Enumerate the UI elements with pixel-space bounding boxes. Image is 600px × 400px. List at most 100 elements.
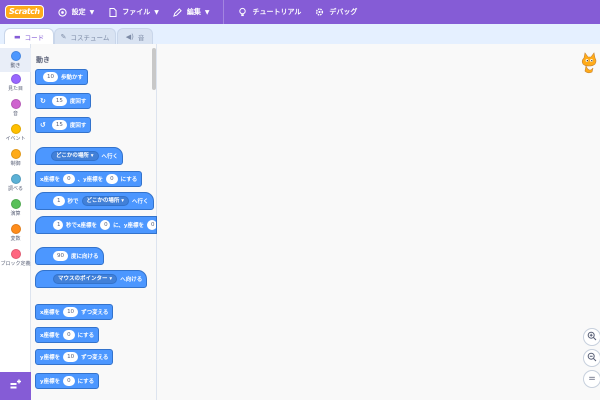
tab-costumes[interactable]: ✎ コスチューム [54,28,116,44]
block-text: ずつ変える [81,355,109,361]
file-icon [108,7,117,17]
script-workspace[interactable] [157,44,600,400]
category-my-blocks-label: ブロック定義 [0,261,31,267]
block-input[interactable]: 10 [43,72,58,82]
scratch-logo[interactable]: Scratch [5,5,44,19]
block-change-y[interactable]: y座標を 10 ずつ変える [35,349,114,365]
add-extension-button[interactable] [0,372,31,400]
block-change-x[interactable]: x座標を 10 ずつ変える [35,304,114,320]
menu-file[interactable]: ファイル ▼ [108,0,159,24]
rotate-left-icon: ↺ [40,121,46,129]
palette-scrollbar[interactable] [152,48,156,90]
block-goto-xy[interactable]: x座標を 0 、y座標を 0 にする [35,171,143,187]
block-dropdown[interactable]: マウスのポインター ▾ [53,274,118,284]
tab-sounds-label: 音 [137,33,145,42]
block-input[interactable]: 0 [63,376,75,386]
zoom-reset-icon: = [588,374,596,384]
menu-edit-label: 編集 [186,8,201,16]
block-text: にする [120,177,138,183]
block-text: へ行く [132,199,149,205]
block-set-x[interactable]: x座標を 0 にする [35,327,100,343]
block-text: 秒で [67,199,79,205]
block-input[interactable]: 10 [63,352,79,362]
zoom-in-button[interactable] [583,328,600,346]
block-input[interactable]: 0 [106,174,118,184]
zoom-in-icon [587,331,597,344]
block-input[interactable]: 0 [63,174,75,184]
block-glide[interactable]: 1 秒で どこかの場所 ▾ へ行く [35,192,154,210]
block-text: 秒でx座標を [66,223,98,229]
block-input[interactable]: 15 [51,96,67,106]
block-set-y[interactable]: y座標を 0 にする [35,373,100,389]
block-input[interactable]: 0 [63,330,75,340]
block-move-steps[interactable]: 10 歩動かす [35,69,89,85]
category-looks[interactable]: 見た目 [0,74,31,92]
category-looks-dot [10,74,21,84]
menu-tutorials[interactable]: チュートリアル [238,0,301,24]
category-operators[interactable]: 演算 [0,199,31,217]
block-input[interactable]: 1 [53,220,63,230]
block-text: y座標を [40,355,61,361]
block-input[interactable]: 90 [53,251,68,261]
block-input[interactable]: 0 [100,220,111,230]
block-text: y座標を [40,379,61,385]
block-turn-left[interactable]: ↺ 15 度回す [35,117,92,133]
category-control[interactable]: 制御 [0,149,31,167]
menu-debug-label: デバッグ [329,8,358,16]
category-my-blocks[interactable]: ブロック定義 [0,249,31,267]
chevron-down-icon: ▼ [204,8,210,16]
category-variables-dot [10,224,21,234]
menu-debug[interactable]: デバッグ [315,0,357,24]
brush-icon: ✎ [60,32,67,41]
menu-settings-label: 設定 [71,8,86,16]
zoom-reset-button[interactable]: = [583,370,600,388]
extension-icon [10,379,22,393]
chevron-down-icon: ▼ [154,8,159,16]
category-sensing[interactable]: 調べる [0,174,31,192]
block-text: x座標を [40,333,61,339]
block-text: へ行く [101,154,119,160]
block-text: へ向ける [120,277,143,283]
zoom-out-button[interactable] [583,349,600,367]
tab-sounds[interactable]: ◀) 音 [117,28,153,44]
block-input[interactable]: 0 [146,220,156,230]
block-point-direction[interactable]: 90 度に向ける [35,247,104,265]
debug-gear-icon [315,8,324,17]
category-events[interactable]: イベント [0,124,31,142]
block-text: x座標を [40,177,61,183]
category-operators-dot [10,199,21,209]
block-text: x座標を [40,310,61,316]
block-dropdown[interactable]: どこかの場所 ▾ [81,196,130,206]
block-goto[interactable]: どこかの場所 ▾ へ行く [35,147,124,165]
editor-tabs: ▬ コード ✎ コスチューム ◀) 音 [0,24,600,45]
menu-settings[interactable]: 設定 ▼ [57,0,95,24]
tab-costumes-label: コスチューム [70,33,110,42]
menu-bar: Scratch 設定 ▼ ファイル ▼ 編集 ▼ チュートリアル デバッグ [0,0,600,24]
category-motion-label: 動き [10,63,21,69]
category-motion-dot [10,51,21,61]
block-point-towards[interactable]: マウスのポインター ▾ へ向ける [35,270,148,288]
block-text: 、y座標を [77,177,104,183]
block-dropdown[interactable]: どこかの場所 ▾ [51,151,99,161]
tab-code-label: コード [24,34,45,42]
category-variables[interactable]: 変数 [0,224,31,242]
block-input[interactable]: 1 [53,196,65,206]
chevron-down-icon: ▼ [89,8,95,16]
sprite-cat-thumbnail [580,52,598,74]
block-input[interactable]: 15 [51,120,67,130]
category-sound-dot [10,99,21,109]
menu-edit[interactable]: 編集 ▼ [172,0,210,24]
globe-icon [57,7,67,17]
block-glide-xy[interactable]: 1 秒でx座標を 0 に、y座標を 0 [35,216,157,234]
category-looks-label: 見た目 [7,86,23,92]
block-turn-right[interactable]: ↻ 15 度回す [35,93,92,109]
tab-code[interactable]: ▬ コード [4,28,54,45]
block-text: ずつ変える [81,310,109,316]
category-motion[interactable]: 動き [0,48,31,72]
category-sound-label: 音 [12,111,18,117]
lightbulb-icon [238,7,247,17]
block-input[interactable]: 10 [63,307,79,317]
category-sound[interactable]: 音 [0,99,31,117]
block-text: 度回す [69,123,87,129]
category-operators-label: 演算 [10,211,21,217]
